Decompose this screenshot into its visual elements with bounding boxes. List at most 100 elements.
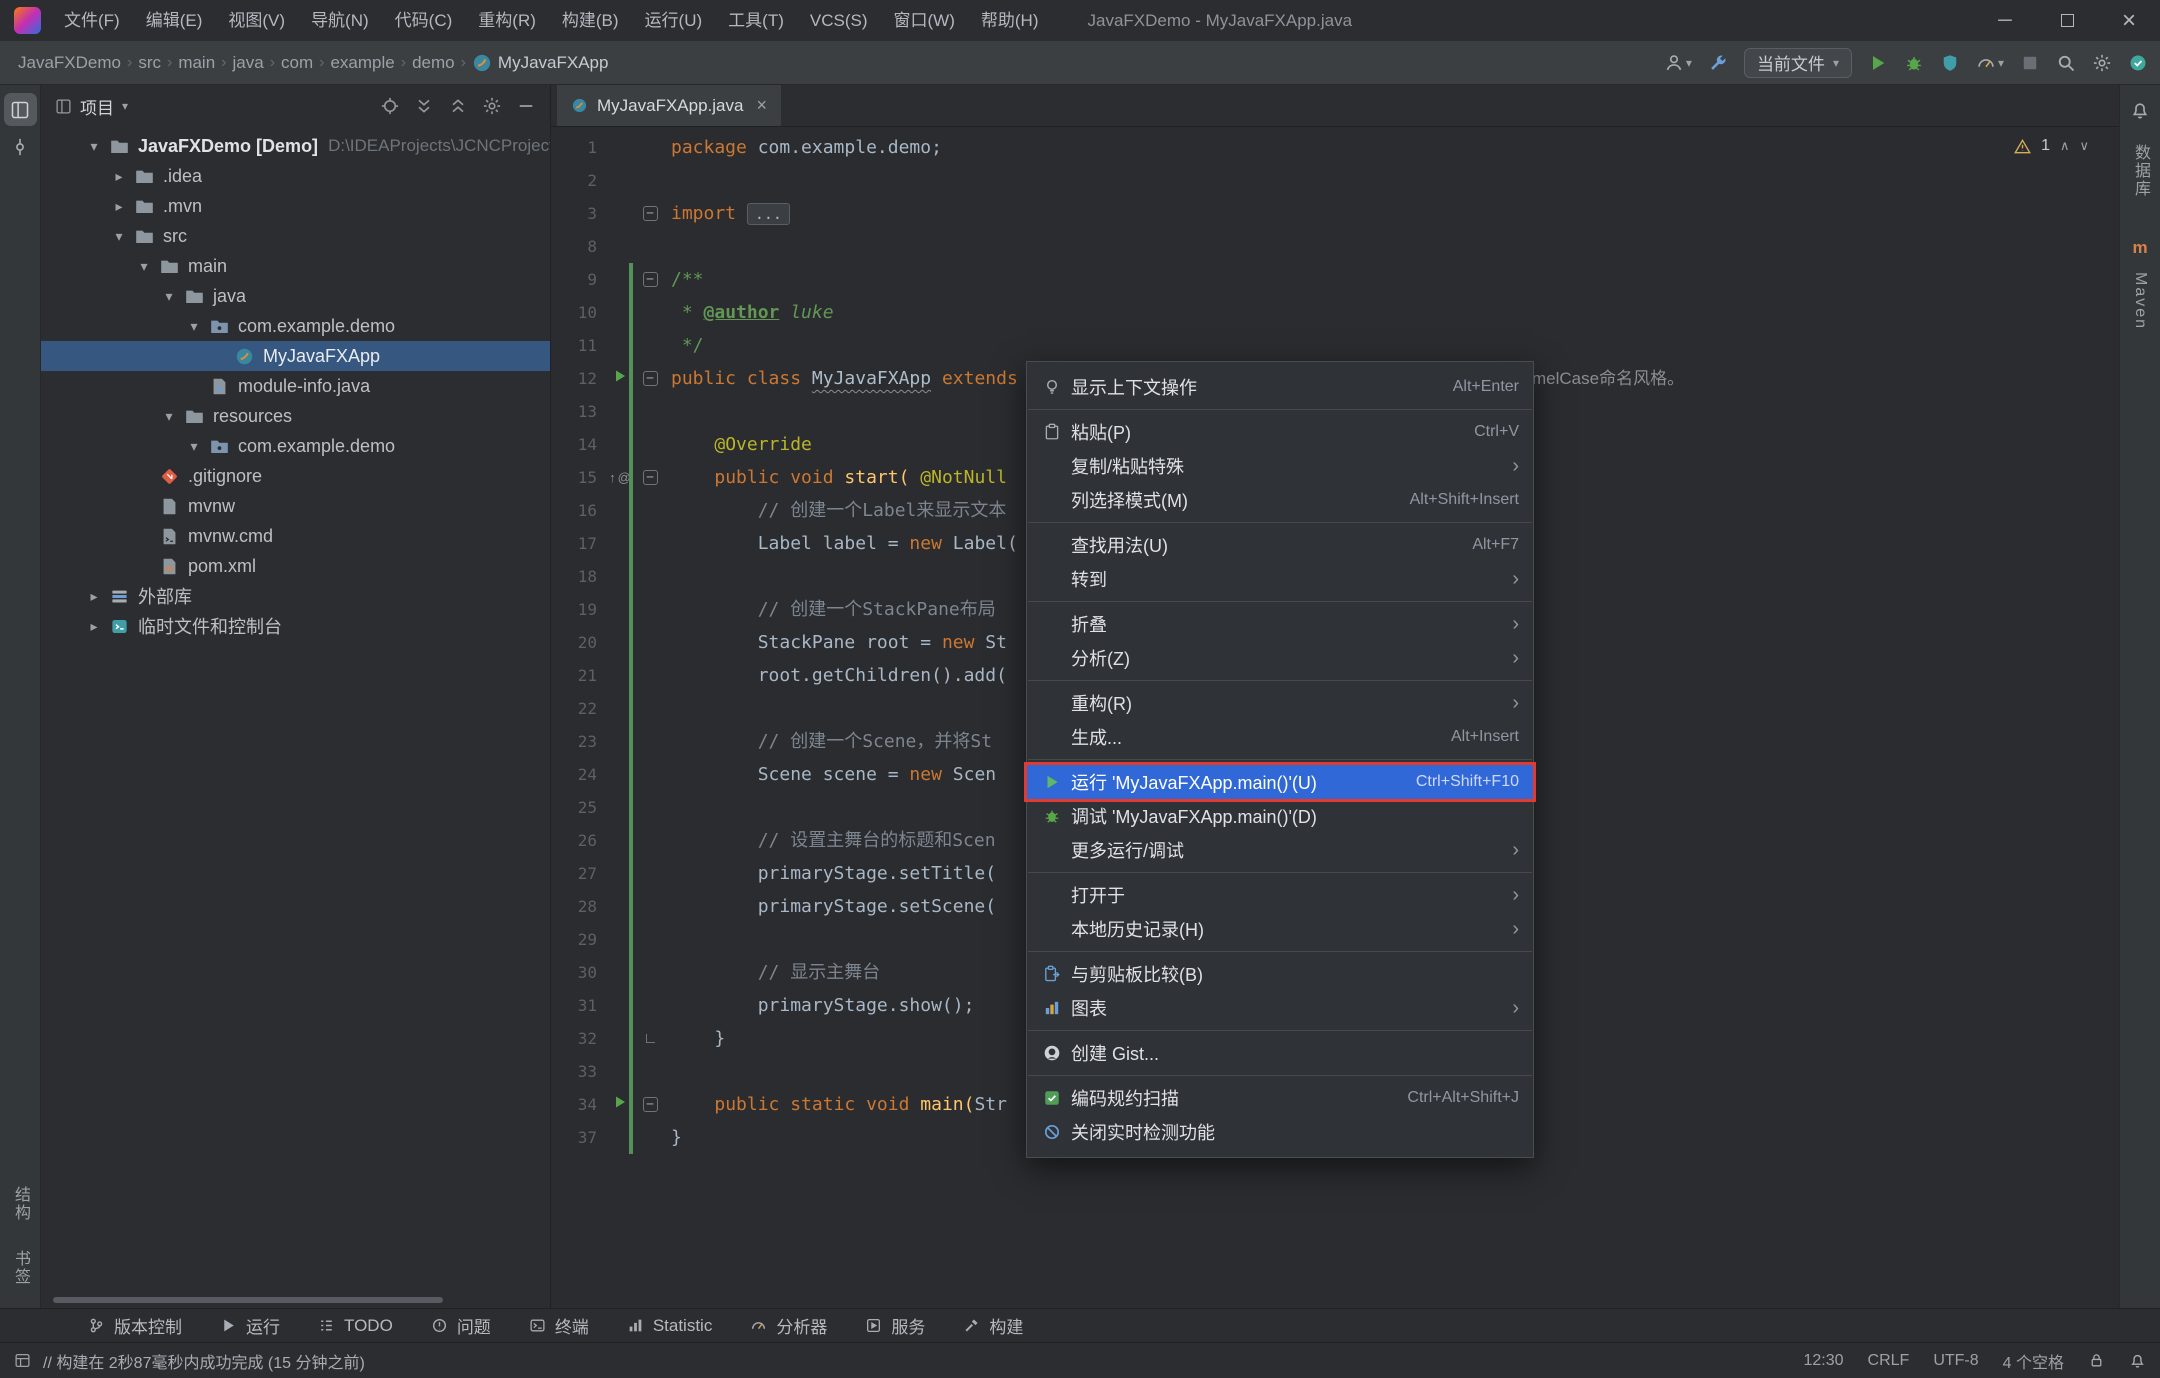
run-gutter-icon[interactable] [612, 368, 628, 389]
fold-marker-icon[interactable]: − [643, 371, 658, 386]
tree-row-mvnw[interactable]: mvnw [41, 491, 550, 521]
plugin-icon[interactable] [2128, 53, 2148, 73]
tab-myjavafxapp[interactable]: MyJavaFXApp.java × [557, 85, 781, 126]
menu-show-context-actions[interactable]: 显示上下文操作Alt+Enter [1027, 370, 1533, 404]
menu-paste[interactable]: 粘贴(P)Ctrl+V [1027, 415, 1533, 449]
notifications-tool[interactable] [2124, 93, 2157, 126]
code-text[interactable]: package com.example.demo; [663, 131, 2119, 164]
menu-column-selection-mode[interactable]: 列选择模式(M)Alt+Shift+Insert [1027, 483, 1533, 517]
run-gutter-icon[interactable] [612, 1094, 628, 1115]
menu-more-run-debug[interactable]: 更多运行/调试› [1027, 833, 1533, 867]
chevron-down-icon[interactable]: ▾ [181, 318, 207, 335]
code-text[interactable] [663, 164, 2119, 197]
breadcrumb-item-0[interactable]: JavaFXDemo [16, 53, 123, 73]
tree-row-gitignore[interactable]: .gitignore [41, 461, 550, 491]
inspections-widget[interactable]: 1 ∧ ∨ [2014, 137, 2089, 155]
chevron-down-icon[interactable]: ▾ [181, 438, 207, 455]
tree-row-mvnw-cmd[interactable]: mvnw.cmd [41, 521, 550, 551]
status-item-1[interactable]: CRLF [1868, 1352, 1910, 1370]
titlebar-menu-item-9[interactable]: VCS(S) [797, 0, 881, 41]
tree-row-module-info[interactable]: module-info.java [41, 371, 550, 401]
titlebar-menu-item-4[interactable]: 代码(C) [382, 0, 466, 41]
hide-panel-icon[interactable] [516, 96, 536, 116]
locate-file-icon[interactable] [380, 96, 400, 116]
chevron-right-icon[interactable]: ▸ [81, 588, 107, 605]
stop-button-icon[interactable] [2020, 53, 2040, 73]
menu-copy-paste-special[interactable]: 复制/粘贴特殊› [1027, 449, 1533, 483]
titlebar-menu-item-0[interactable]: 文件(F) [51, 0, 133, 41]
menu-compare-with-clipboard[interactable]: 与剪贴板比较(B) [1027, 957, 1533, 991]
status-item-2[interactable]: UTF-8 [1933, 1352, 1978, 1370]
tool-version-control[interactable]: 版本控制 [88, 1313, 182, 1338]
maven-tool[interactable]: Maven [2131, 272, 2149, 330]
menu-folding[interactable]: 折叠› [1027, 607, 1533, 641]
tool-todo[interactable]: TODO [318, 1316, 393, 1336]
menu-generate[interactable]: 生成...Alt+Insert [1027, 720, 1533, 754]
titlebar-menu-item-5[interactable]: 重构(R) [465, 0, 549, 41]
breadcrumb-item-4[interactable]: com [279, 53, 315, 73]
menu-run-main[interactable]: 运行 'MyJavaFXApp.main()'(U)Ctrl+Shift+F10 [1027, 765, 1533, 799]
titlebar-menu-item-6[interactable]: 构建(B) [549, 0, 632, 41]
chevron-down-icon[interactable]: ▾ [131, 258, 157, 275]
tree-row-src-folder[interactable]: ▾src [41, 221, 550, 251]
tree-row-java-folder[interactable]: ▾java [41, 281, 550, 311]
code-text[interactable]: * @author luke [663, 296, 2119, 329]
breadcrumb-item-6[interactable]: demo [410, 53, 457, 73]
chevron-down-icon[interactable]: ▾ [81, 138, 107, 155]
titlebar-menu-item-3[interactable]: 导航(N) [298, 0, 382, 41]
build-wrench-icon[interactable] [1708, 53, 1728, 73]
breadcrumb-item-1[interactable]: src [136, 53, 163, 73]
close-tab-icon[interactable]: × [756, 95, 767, 116]
coverage-button-icon[interactable] [1940, 53, 1960, 73]
expand-all-icon[interactable] [414, 96, 434, 116]
collapse-all-icon[interactable] [448, 96, 468, 116]
tree-row-idea-folder[interactable]: ▸.idea [41, 161, 550, 191]
tree-row-myjavafxapp-class[interactable]: MyJavaFXApp [41, 341, 550, 371]
code-text[interactable]: /** [663, 263, 2119, 296]
menu-debug-main[interactable]: 调试 'MyJavaFXApp.main()'(D) [1027, 799, 1533, 833]
titlebar-menu-item-1[interactable]: 编辑(E) [133, 0, 216, 41]
tree-row-main-folder[interactable]: ▾main [41, 251, 550, 281]
status-item-3[interactable]: 4 个空格 [2003, 1349, 2064, 1373]
tree-row-javafxdemo-root[interactable]: ▾JavaFXDemo [Demo]D:\IDEAProjects\JCNCPr… [41, 131, 550, 161]
settings-icon[interactable] [2092, 53, 2112, 73]
breadcrumb-item-3[interactable]: java [231, 53, 266, 73]
menu-analyze[interactable]: 分析(Z)› [1027, 641, 1533, 675]
tree-row-external-libraries[interactable]: ▸外部库 [41, 581, 550, 611]
status-message[interactable]: // 构建在 2秒87毫秒内成功完成 (15 分钟之前) [43, 1349, 365, 1373]
commit-tool[interactable] [4, 130, 37, 163]
tool-statistic[interactable]: Statistic [627, 1316, 713, 1336]
tool-build[interactable]: 构建 [963, 1313, 1023, 1338]
fold-marker-icon[interactable]: − [643, 272, 658, 287]
readonly-lock-icon[interactable] [2088, 1352, 2105, 1369]
chevron-down-icon[interactable]: ▾ [106, 228, 132, 245]
tree-options-icon[interactable] [482, 96, 502, 116]
menu-find-usages[interactable]: 查找用法(U)Alt+F7 [1027, 528, 1533, 562]
menu-diagrams[interactable]: 图表› [1027, 991, 1533, 1025]
chevron-right-icon[interactable]: ▸ [106, 198, 132, 215]
database-tool[interactable]: 数据库 [2128, 144, 2152, 198]
chevron-down-icon[interactable]: ▾ [122, 99, 128, 113]
tree-row-scratches[interactable]: ▸临时文件和控制台 [41, 611, 550, 641]
project-panel-title[interactable]: 项目 [80, 94, 114, 119]
maven-tool-logo-icon[interactable]: m [2132, 238, 2147, 258]
code-text[interactable] [663, 230, 2119, 263]
titlebar-menu-item-11[interactable]: 帮助(H) [968, 0, 1052, 41]
breadcrumb-item-7[interactable]: MyJavaFXApp [470, 53, 611, 73]
menu-local-history[interactable]: 本地历史记录(H)› [1027, 912, 1533, 946]
search-everywhere-icon[interactable] [2056, 53, 2076, 73]
tree-row-package-com-example-demo[interactable]: ▾com.example.demo [41, 311, 550, 341]
notifications-status-icon[interactable] [2129, 1352, 2146, 1369]
tree-row-pom-xml[interactable]: mpom.xml [41, 551, 550, 581]
tool-services[interactable]: 服务 [865, 1313, 925, 1338]
titlebar-menu-item-10[interactable]: 窗口(W) [881, 0, 968, 41]
minimize-button[interactable]: ─ [1974, 0, 2036, 41]
chevron-down-icon[interactable]: ▾ [156, 288, 182, 305]
project-tool[interactable] [4, 93, 37, 126]
breadcrumb-item-5[interactable]: example [328, 53, 396, 73]
titlebar-menu-item-8[interactable]: 工具(T) [715, 0, 797, 41]
tree-row-resources-folder[interactable]: ▾resources [41, 401, 550, 431]
menu-code-convention-scan[interactable]: 编码规约扫描Ctrl+Alt+Shift+J [1027, 1081, 1533, 1115]
menu-disable-realtime-inspection[interactable]: 关闭实时检测功能 [1027, 1115, 1533, 1149]
titlebar-menu-item-2[interactable]: 视图(V) [215, 0, 298, 41]
